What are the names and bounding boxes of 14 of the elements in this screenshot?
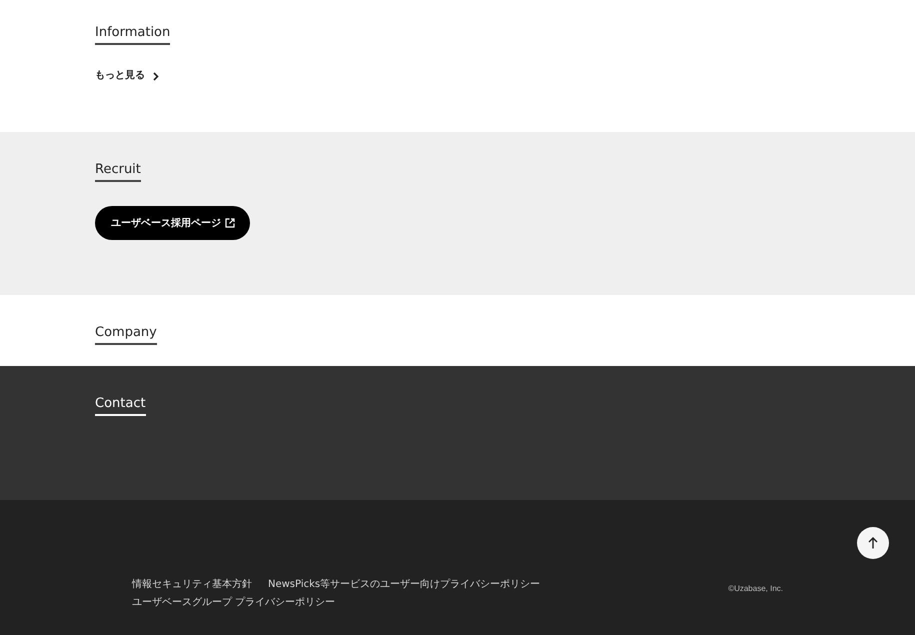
footer-link[interactable]: 情報セキュリティ基本方針 — [132, 578, 252, 592]
section-heading: Contact — [95, 395, 146, 416]
chevron-icon — [153, 72, 159, 80]
section-heading: Company — [95, 324, 157, 345]
section-heading: Recruit — [95, 161, 141, 182]
more-link[interactable]: もっと見る — [95, 68, 159, 84]
footer-link[interactable]: NewsPicks等サービスのユーザー向けプライバシーポリシー — [268, 578, 540, 592]
scroll-top-button[interactable] — [857, 527, 889, 559]
external-link-icon — [225, 218, 235, 228]
footer-link[interactable]: ユーザベースグループ プライバシーポリシー — [132, 596, 336, 610]
arrow-up-icon — [868, 537, 878, 549]
section-heading: Information — [95, 24, 170, 45]
copyright-text: ©Uzabase, Inc. — [728, 583, 783, 595]
recruit-page-button[interactable]: ユーザベース採用ページ — [95, 206, 250, 240]
